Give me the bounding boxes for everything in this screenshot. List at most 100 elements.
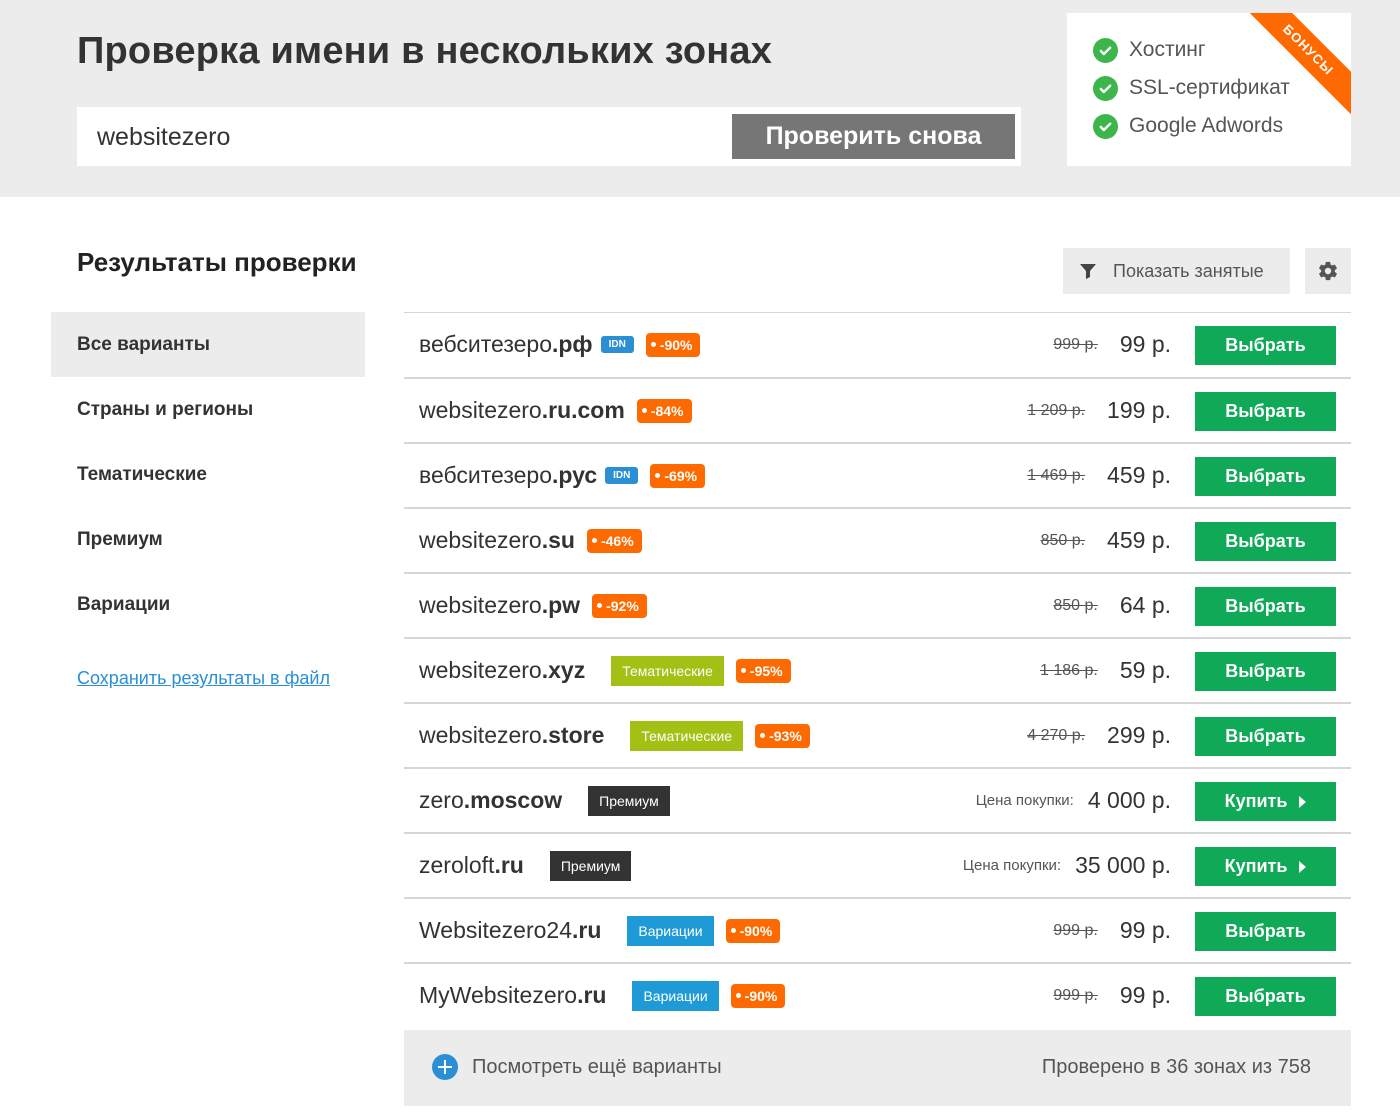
price: 99 р. (1119, 917, 1171, 943)
domain-name: websitezero.store (419, 722, 604, 749)
more-variants-link[interactable]: Посмотреть ещё варианты (432, 1054, 722, 1080)
domain-info: MyWebsitezero.ru Вариации -90% (419, 964, 786, 1027)
domain-name: вебситезеро.рф (419, 331, 593, 358)
domain-zone: .рф (551, 331, 593, 357)
discount-tag: -69% (650, 463, 706, 488)
select-button[interactable]: Выбрать (1195, 587, 1336, 626)
price-area: 1 209 р. 199 р. (1027, 379, 1171, 442)
domain-zone: .ru (572, 917, 602, 943)
discount-tag: -90% (730, 983, 786, 1008)
domain-label: websitezero (419, 527, 542, 553)
check-circle-icon (1093, 113, 1118, 139)
discount-tag: -90% (645, 332, 701, 357)
category-badge: Тематические (630, 720, 744, 751)
category-badge: Вариации (627, 915, 714, 946)
price: 299 р. (1107, 722, 1171, 748)
button-label: Выбрать (1225, 726, 1306, 746)
header-band: Проверка имени в нескольких зонах Провер… (0, 0, 1400, 197)
button-label: Выбрать (1225, 921, 1306, 941)
select-button[interactable]: Выбрать (1195, 652, 1336, 691)
domain-label: websitezero (419, 592, 542, 618)
show-taken-label: Показать занятые (1113, 260, 1264, 281)
domain-label: zeroloft (419, 852, 495, 878)
domain-zone: .su (541, 527, 575, 553)
discount-tag: -90% (725, 918, 781, 943)
button-label: Выбрать (1225, 531, 1306, 551)
domain-name: MyWebsitezero.ru (419, 982, 606, 1009)
select-button[interactable]: Выбрать (1195, 977, 1336, 1016)
table-row: Websitezero24.ru Вариации -90% 999 р. 99 р. В… (404, 897, 1351, 962)
domain-info: websitezero.store Тематические -93% (419, 704, 810, 767)
filter-icon (1080, 264, 1096, 279)
domain-zone: .ru (577, 982, 607, 1008)
domain-info: zero.moscow Премиум (419, 769, 670, 832)
price: 199 р. (1107, 397, 1171, 423)
domain-zone: .moscow (463, 787, 563, 813)
domain-zone: .xyz (541, 657, 586, 683)
domain-zone: .ru (494, 852, 524, 878)
button-label: Выбрать (1225, 986, 1306, 1006)
old-price: 4 270 р. (1027, 726, 1086, 744)
select-button[interactable]: Выбрать (1195, 392, 1336, 431)
domain-zone: .рус (551, 462, 598, 488)
buy-button[interactable]: Купить (1195, 782, 1336, 821)
purchase-price-label: Цена покупки: (962, 857, 1062, 874)
old-price: 1 469 р. (1027, 466, 1086, 484)
button-label: Купить (1224, 856, 1288, 876)
select-button[interactable]: Выбрать (1195, 912, 1336, 951)
table-row: zeroloft.ru Премиум Цена покупки: 35 000 р.… (404, 832, 1351, 897)
chevron-right-icon (1299, 795, 1307, 808)
domain-name: Websitezero24.ru (419, 917, 601, 944)
sidebar: Все варианты Страны и регионы Тематическ… (51, 312, 365, 637)
select-button[interactable]: Выбрать (1195, 326, 1336, 365)
buy-button[interactable]: Купить (1195, 847, 1336, 886)
results-list: вебситезеро.рф IDN -90% 999 р. 99 р. Выбрать w… (404, 312, 1351, 1027)
old-price: 850 р. (1053, 596, 1098, 614)
domain-label: websitezero (419, 722, 542, 748)
price: 99 р. (1119, 331, 1171, 357)
domain-name: websitezero.pw (419, 592, 580, 619)
table-row: MyWebsitezero.ru Вариации -90% 999 р. 99 р. В… (404, 962, 1351, 1027)
button-label: Купить (1224, 791, 1288, 811)
price: 459 р. (1107, 527, 1171, 553)
bonus-item-ssl: SSL-сертификат (1093, 74, 1290, 102)
select-button[interactable]: Выбрать (1195, 717, 1336, 756)
sidebar-item-variations[interactable]: Вариации (51, 572, 365, 637)
chevron-right-icon (1299, 860, 1307, 873)
price: 64 р. (1119, 592, 1171, 618)
old-price: 999 р. (1053, 921, 1098, 939)
plus-circle-icon (432, 1054, 458, 1080)
bonus-label: SSL-сертификат (1129, 76, 1290, 99)
more-bar: Посмотреть ещё варианты Проверено в 36 з… (404, 1030, 1351, 1106)
domain-label: вебситезеро (419, 462, 552, 488)
price: 4 000 р. (1087, 787, 1171, 813)
save-results-link[interactable]: Сохранить результаты в файл (77, 668, 330, 689)
domain-zone: .pw (541, 592, 581, 618)
search-input[interactable] (97, 117, 717, 157)
table-row: zero.moscow Премиум Цена покупки: 4 000 р. К… (404, 767, 1351, 832)
price: 59 р. (1119, 657, 1171, 683)
check-again-button[interactable]: Проверить снова (732, 114, 1015, 159)
table-row: websitezero.store Тематические -93% 4 270 р… (404, 702, 1351, 767)
button-label: Выбрать (1225, 466, 1306, 486)
bonus-box[interactable]: БОНУСЫ Хостинг SSL-сертификат Google Adw… (1067, 13, 1351, 166)
domain-label: zero (419, 787, 464, 813)
price-area: Цена покупки: 4 000 р. (976, 769, 1171, 832)
settings-button[interactable] (1305, 248, 1351, 294)
show-taken-button[interactable]: Показать занятые (1063, 248, 1290, 294)
price-area: 999 р. 99 р. (1053, 313, 1171, 376)
price-area: 4 270 р. 299 р. (1027, 704, 1171, 767)
domain-name: websitezero.xyz (419, 657, 585, 684)
sidebar-item-premium[interactable]: Премиум (51, 507, 365, 572)
sidebar-item-countries[interactable]: Страны и регионы (51, 377, 365, 442)
domain-zone: .store (541, 722, 605, 748)
select-button[interactable]: Выбрать (1195, 457, 1336, 496)
sidebar-item-thematic[interactable]: Тематические (51, 442, 365, 507)
select-button[interactable]: Выбрать (1195, 522, 1336, 561)
domain-label: websitezero (419, 397, 542, 423)
domain-label: вебситезеро (419, 331, 552, 357)
sidebar-item-all[interactable]: Все варианты (51, 312, 365, 377)
bonus-item-hosting: Хостинг (1093, 36, 1206, 64)
domain-label: Websitezero24 (419, 917, 572, 943)
check-circle-icon (1093, 37, 1118, 63)
